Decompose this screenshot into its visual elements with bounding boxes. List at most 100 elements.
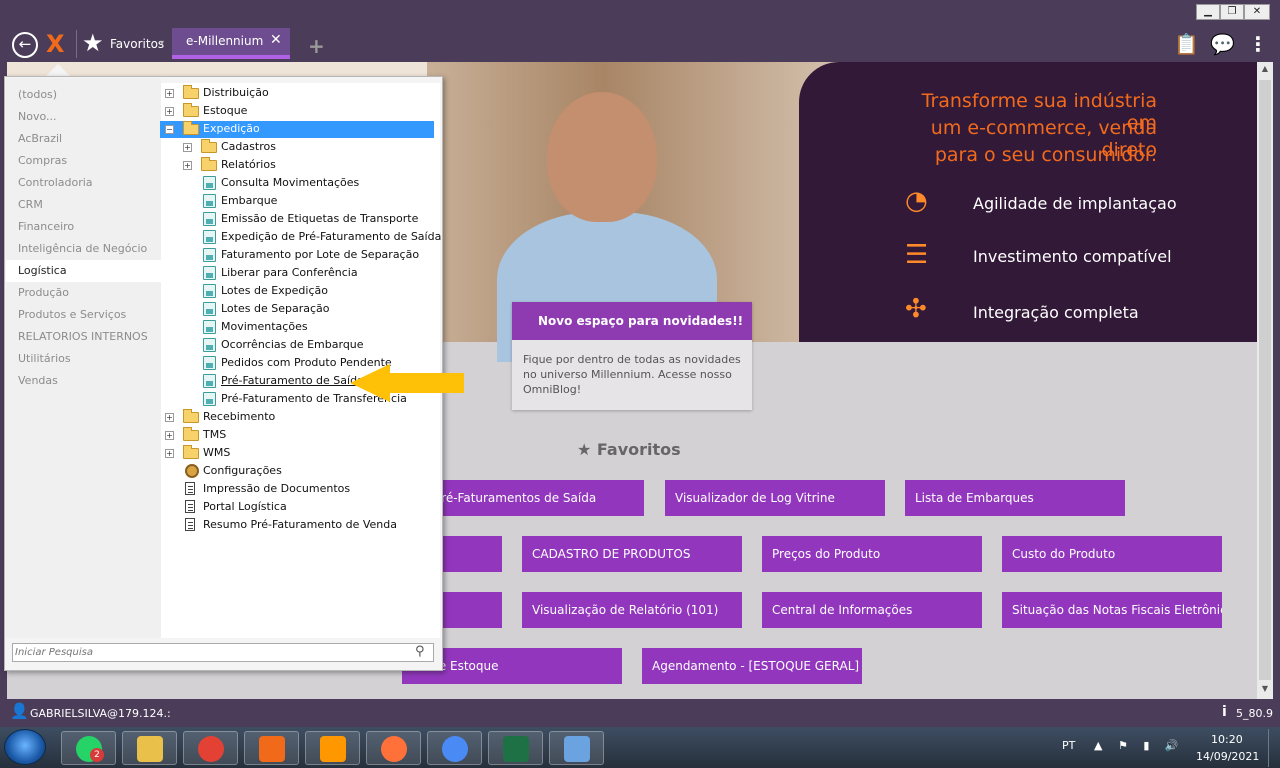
category-item[interactable]: Controladoria	[6, 172, 161, 194]
system-tray-icons[interactable]: ▲ ⚑ ▮ 🔊	[1094, 739, 1185, 752]
category-item[interactable]: Produção	[6, 282, 161, 304]
tree-item-label: Faturamento por Lote de Separação	[221, 248, 420, 261]
taskbar-app-chrome-profile[interactable]	[427, 731, 482, 765]
news-card[interactable]: Novo espaço para novidades!! Fique por d…	[512, 302, 752, 410]
category-item[interactable]: RELATORIOS INTERNOS	[6, 326, 161, 348]
favorite-button[interactable]: Preços do Produto	[762, 536, 982, 572]
favorite-button[interactable]: Agendamento - [ESTOQUE GERAL]	[642, 648, 862, 684]
expand-icon[interactable]: +	[183, 143, 192, 152]
chevron-down-icon[interactable]: ▾	[160, 38, 164, 47]
start-button-icon[interactable]	[4, 729, 46, 765]
taskbar-app-chrome[interactable]	[183, 731, 238, 765]
category-item[interactable]: (todos)	[6, 84, 161, 106]
tree-item[interactable]: Lotes de Expedição	[160, 282, 434, 300]
favorites-menu-label[interactable]: Favoritos	[110, 37, 164, 51]
tree-item[interactable]: Configurações	[160, 462, 434, 480]
speedometer-icon: ◔	[905, 186, 928, 216]
expand-icon[interactable]: +	[165, 431, 174, 440]
scrollbar-thumb[interactable]	[1259, 80, 1271, 680]
category-item[interactable]: Produtos e Serviços	[6, 304, 161, 326]
search-input[interactable]	[15, 645, 411, 660]
favorite-button[interactable]: Custo do Produto	[1002, 536, 1222, 572]
expand-icon[interactable]: +	[165, 413, 174, 422]
feature-label-integration: Integração completa	[973, 303, 1139, 322]
tree-item[interactable]: Faturamento por Lote de Separação	[160, 246, 434, 264]
taskbar-app-paint[interactable]	[549, 731, 604, 765]
notification-badge: 2	[90, 748, 104, 762]
category-item[interactable]: Vendas	[6, 370, 161, 392]
search-icon[interactable]: ⚲	[415, 644, 425, 659]
close-button[interactable]: ✕	[1244, 4, 1270, 20]
firefox-icon	[381, 736, 407, 762]
category-item[interactable]: Financeiro	[6, 216, 161, 238]
favorite-button[interactable]: Visualização de Relatório (101)	[522, 592, 742, 628]
language-indicator[interactable]: PT	[1062, 739, 1075, 752]
tree-item[interactable]: Resumo Pré-Faturamento de Venda	[160, 516, 434, 534]
tab-e-millennium[interactable]: e-Millennium ✕	[172, 28, 290, 59]
expand-icon[interactable]: +	[165, 449, 174, 458]
tree-item[interactable]: Liberar para Conferência	[160, 264, 434, 282]
tree-item[interactable]: + TMS	[160, 426, 434, 444]
folder-icon	[183, 103, 199, 117]
tree-item[interactable]: + Distribuição	[160, 84, 434, 102]
category-item[interactable]: CRM	[6, 194, 161, 216]
tree-item[interactable]: Portal Logística	[160, 498, 434, 516]
favorites-star-icon[interactable]: ★	[82, 29, 104, 57]
clipboard-icon[interactable]: 📋	[1174, 32, 1199, 56]
tree-item[interactable]: + Estoque	[160, 102, 434, 120]
back-icon[interactable]: ←	[12, 32, 38, 58]
taskbar-app-sublime[interactable]	[305, 731, 360, 765]
clock-time[interactable]: 10:20	[1211, 733, 1243, 746]
taskbar-app-millennium[interactable]	[244, 731, 299, 765]
info-icon[interactable]: i	[1222, 704, 1227, 720]
expand-icon[interactable]: +	[165, 89, 174, 98]
tree-item[interactable]: Lotes de Separação	[160, 300, 434, 318]
banner-title-line-3: para o seu consumidor.	[934, 144, 1157, 166]
maximize-button[interactable]: ❐	[1220, 4, 1244, 20]
tree-item-label: Portal Logística	[203, 500, 287, 513]
tree-item[interactable]: Ocorrências de Embarque	[160, 336, 434, 354]
tree-item[interactable]: − Expedição	[160, 120, 434, 138]
show-desktop-button[interactable]	[1268, 729, 1279, 767]
add-tab-icon[interactable]: +	[308, 34, 325, 58]
tree-item[interactable]: Emissão de Etiquetas de Transporte	[160, 210, 434, 228]
tree-item[interactable]: Expedição de Pré-Faturamento de Saída	[160, 228, 441, 246]
taskbar-app-whatsapp[interactable]	[61, 731, 116, 765]
taskbar-app-file-explorer[interactable]	[122, 731, 177, 765]
tree-item[interactable]: + Recebimento	[160, 408, 434, 426]
tree-item[interactable]: Consulta Movimentações	[160, 174, 434, 192]
tree-item[interactable]: + WMS	[160, 444, 434, 462]
tab-close-icon[interactable]: ✕	[270, 32, 282, 48]
favorite-button[interactable]: Lista de Embarques	[905, 480, 1125, 516]
more-options-icon[interactable]: ⋮	[1248, 32, 1268, 56]
taskbar-app-excel[interactable]	[488, 731, 543, 765]
collapse-icon[interactable]: −	[165, 125, 174, 134]
tree-item[interactable]: + Cadastros	[160, 138, 434, 156]
tree-item[interactable]: Impressão de Documentos	[160, 480, 434, 498]
category-item[interactable]: Utilitários	[6, 348, 161, 370]
tree-item[interactable]: Movimentações	[160, 318, 434, 336]
favorite-button[interactable]: Visualizador de Log Vitrine	[665, 480, 885, 516]
taskbar-app-firefox[interactable]	[366, 731, 421, 765]
category-item[interactable]: Logística	[6, 260, 161, 282]
favorite-button[interactable]: Central de Informações	[762, 592, 982, 628]
chat-icon[interactable]: 💬	[1210, 32, 1235, 56]
expand-icon[interactable]: +	[165, 107, 174, 116]
minimize-button[interactable]: ▁	[1196, 4, 1220, 20]
tree-item[interactable]: + Relatórios	[160, 156, 434, 174]
scroll-down-icon[interactable]: ▼	[1258, 684, 1272, 698]
menu-search-box[interactable]: ⚲	[12, 643, 434, 662]
tree-item-label: Expedição de Pré-Faturamento de Saída	[221, 230, 442, 243]
category-item[interactable]: AcBrazil	[6, 128, 161, 150]
favorite-button[interactable]: CADASTRO DE PRODUTOS	[522, 536, 742, 572]
scroll-up-icon[interactable]: ▲	[1258, 64, 1272, 78]
favorite-button[interactable]: Situação das Notas Fiscais Eletrônicas	[1002, 592, 1222, 628]
tree-item[interactable]: Embarque	[160, 192, 434, 210]
expand-icon[interactable]: +	[183, 161, 192, 170]
category-item[interactable]: Novo...	[6, 106, 161, 128]
tree-item-label: Cadastros	[221, 140, 276, 153]
category-item[interactable]: Compras	[6, 150, 161, 172]
clock-date[interactable]: 14/09/2021	[1196, 750, 1259, 763]
category-item[interactable]: Inteligência de Negócio	[6, 238, 161, 260]
millennium-logo-icon[interactable]: X	[46, 32, 70, 56]
